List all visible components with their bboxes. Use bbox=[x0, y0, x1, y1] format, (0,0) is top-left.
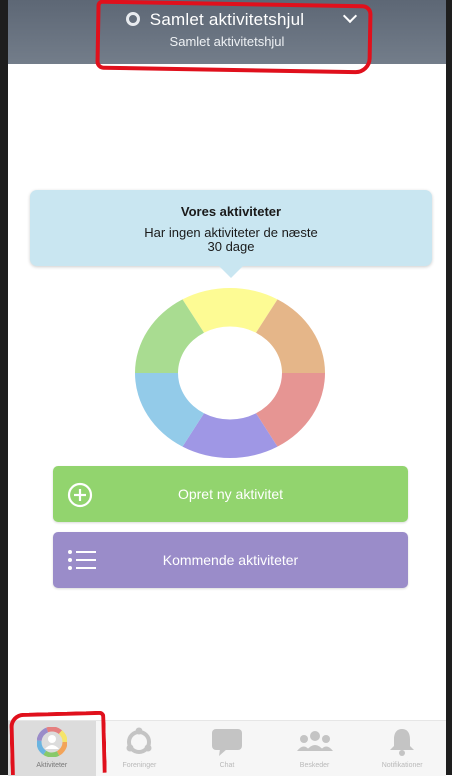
nav-item-notifikationer[interactable]: Notifikationer bbox=[358, 721, 446, 776]
create-activity-label: Opret ny aktivitet bbox=[177, 486, 284, 502]
nav-item-beskeder[interactable]: Beskeder bbox=[271, 721, 359, 776]
nav-item-chat[interactable]: Chat bbox=[183, 721, 271, 776]
nav-label: Chat bbox=[219, 762, 235, 769]
group-icon bbox=[296, 731, 333, 751]
nav-label: Foreninger bbox=[122, 762, 157, 769]
create-activity-button[interactable]: Opret ny aktivitet bbox=[53, 466, 408, 522]
nav-label: Notifikationer bbox=[381, 762, 423, 769]
upcoming-activities-button[interactable]: Kommende aktiviteter bbox=[53, 532, 408, 588]
tooltip-title: Vores aktiviteter bbox=[180, 204, 282, 219]
screen-frame-right bbox=[446, 0, 452, 775]
ring-icon bbox=[126, 727, 152, 754]
upcoming-activities-label: Kommende aktiviteter bbox=[162, 552, 299, 568]
nav-label: Beskeder bbox=[299, 762, 330, 769]
tooltip-body: Har ingen aktiviteter de næste 30 dage bbox=[144, 225, 318, 254]
tooltip-arrow bbox=[219, 266, 243, 278]
chat-bubble-icon bbox=[211, 729, 242, 756]
red-annotation-header bbox=[95, 0, 373, 75]
bell-icon bbox=[390, 729, 415, 756]
screen-frame-left bbox=[0, 0, 8, 775]
red-annotation-aktiviteter bbox=[9, 710, 107, 776]
nav-item-foreninger[interactable]: Foreninger bbox=[96, 721, 184, 776]
activities-tooltip: Vores aktiviteter Har ingen aktiviteter … bbox=[30, 190, 432, 266]
plus-circle-icon bbox=[67, 482, 93, 508]
list-icon bbox=[68, 550, 96, 570]
activity-wheel[interactable] bbox=[135, 288, 325, 458]
